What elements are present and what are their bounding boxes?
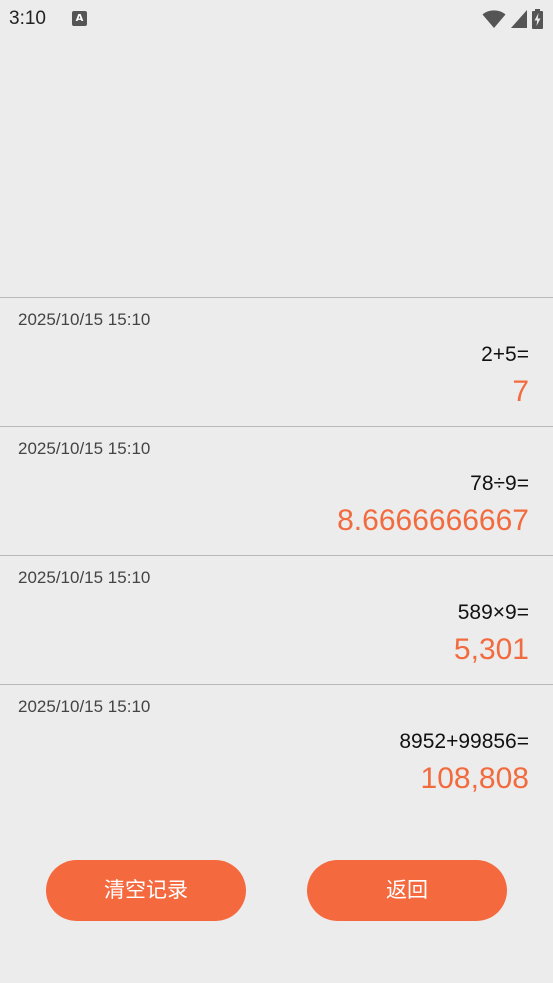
record-timestamp: 2025/10/15 15:10 [18,310,151,329]
back-button[interactable]: 返回 [307,860,507,921]
wifi-icon [482,10,506,28]
battery-charging-icon [532,9,543,29]
record-expression: 78÷9= [470,472,529,495]
history-record[interactable]: 2025/10/15 15:10 589×9= 5,301 [0,555,553,684]
notification-icon: A [72,11,87,26]
record-result: 5,301 [453,633,529,666]
record-result: 7 [512,375,529,408]
status-time: 3:10 [9,8,46,29]
record-expression: 2+5= [481,343,529,366]
signal-icon [511,10,527,28]
history-list: 2025/10/15 15:10 2+5= 7 2025/10/15 15:10… [0,297,553,813]
record-timestamp: 2025/10/15 15:10 [18,697,151,716]
record-expression: 589×9= [457,601,529,624]
record-expression: 8952+99856= [399,730,529,753]
record-timestamp: 2025/10/15 15:10 [18,568,151,587]
status-bar: 3:10 A [0,0,553,40]
history-record[interactable]: 2025/10/15 15:10 78÷9= 8.6666666667 [0,426,553,555]
record-result: 8.6666666667 [337,504,529,537]
history-record[interactable]: 2025/10/15 15:10 8952+99856= 108,808 [0,684,553,813]
clear-history-button[interactable]: 清空记录 [46,860,246,921]
record-timestamp: 2025/10/15 15:10 [18,439,151,458]
status-icons [482,8,543,30]
record-result: 108,808 [420,762,529,795]
history-record[interactable]: 2025/10/15 15:10 2+5= 7 [0,297,553,426]
